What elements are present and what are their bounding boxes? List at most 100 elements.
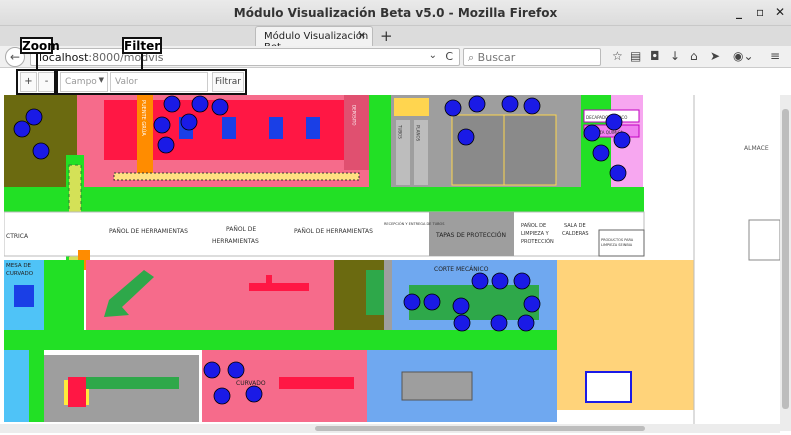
sensor-marker[interactable] xyxy=(153,116,171,134)
label-productos-1: PRODUCTOS PARA xyxy=(601,238,634,242)
sensor-marker[interactable] xyxy=(457,128,475,146)
home-icon[interactable]: ⌂ xyxy=(690,49,698,63)
horizontal-scrollbar[interactable] xyxy=(0,424,780,433)
window-titlebar: Módulo Visualización Beta v5.0 - Mozilla… xyxy=(0,0,791,26)
close-window-button[interactable]: ✕ xyxy=(775,5,785,19)
corridor-bottom-left xyxy=(29,350,44,422)
area-pink-mid xyxy=(86,260,246,330)
sensor-marker[interactable] xyxy=(213,387,231,405)
tab-bar: Módulo Visualización Bet... × + xyxy=(0,26,791,53)
label-mesa-2: CURVADO xyxy=(6,271,34,277)
red-bar-2 xyxy=(279,377,354,389)
red-bar-1b xyxy=(266,275,272,291)
filter-outline xyxy=(56,69,247,95)
sensor-marker[interactable] xyxy=(491,272,509,290)
label-panol-1: PAÑOL DE HERRAMIENTAS xyxy=(109,228,188,235)
maximize-button[interactable]: ▫ xyxy=(756,5,764,19)
label-sala-2: CALDERAS xyxy=(562,231,589,237)
vertical-scroll-thumb[interactable] xyxy=(782,109,789,409)
horizontal-scroll-thumb[interactable] xyxy=(315,426,645,431)
green-bar-bottom xyxy=(84,377,179,389)
sensor-marker[interactable] xyxy=(613,131,631,149)
white-box-peach xyxy=(585,371,632,403)
search-icon: ⌕ xyxy=(468,51,478,64)
red-column xyxy=(68,377,86,407)
sensor-marker[interactable] xyxy=(13,120,31,138)
library-icon[interactable]: ▤ xyxy=(630,49,641,63)
sensor-marker[interactable] xyxy=(203,361,221,379)
callout-lines xyxy=(36,53,143,69)
hatch-yellow xyxy=(394,98,429,116)
sensor-marker[interactable] xyxy=(471,272,489,290)
sensor-marker[interactable] xyxy=(211,98,229,116)
sensor-marker[interactable] xyxy=(163,95,181,113)
area-deposito xyxy=(344,95,369,170)
green-machine xyxy=(366,270,384,315)
sensor-marker[interactable] xyxy=(513,272,531,290)
sensor-marker[interactable] xyxy=(583,124,601,142)
menu-icon[interactable]: ≡ xyxy=(770,49,780,63)
gray-machine-bottom xyxy=(401,371,473,401)
vertical-scrollbar[interactable] xyxy=(780,95,791,431)
label-tapas: TAPAS DE PROTECCIÓN xyxy=(435,232,506,239)
sensor-marker[interactable] xyxy=(32,142,50,160)
label-limpieza-3: PROTECCIÓN xyxy=(521,238,554,245)
machine-4 xyxy=(306,117,320,139)
extension-icon[interactable]: ◉⌄ xyxy=(733,49,754,63)
area-bottom-cyan xyxy=(4,350,29,422)
label-electrica: CTRICA xyxy=(6,233,29,240)
machine-mesa xyxy=(14,285,34,307)
reload-icon[interactable]: C xyxy=(445,50,453,63)
gray-bay-2 xyxy=(503,114,557,186)
sensor-marker[interactable] xyxy=(157,136,175,154)
sensor-marker[interactable] xyxy=(452,297,470,315)
sensor-marker[interactable] xyxy=(517,314,535,332)
sensor-marker[interactable] xyxy=(523,295,541,313)
search-input[interactable]: ⌕ Buscar xyxy=(463,48,601,66)
corridor-main xyxy=(4,187,644,212)
label-tubos: TUBOS xyxy=(398,124,403,139)
bookmark-star-icon[interactable]: ☆ xyxy=(612,49,623,63)
label-recepcion: RECEPCIÓN Y ENTREGA DE TUBOS xyxy=(384,221,445,226)
label-curvado: CURVADO xyxy=(236,380,266,387)
sensor-marker[interactable] xyxy=(403,293,421,311)
zoom-callout: Zoom xyxy=(20,37,60,54)
rail-top xyxy=(113,172,360,181)
download-icon[interactable]: ↓ xyxy=(670,49,680,63)
sensor-marker[interactable] xyxy=(423,293,441,311)
url-dropdown-icon[interactable]: ⌄ xyxy=(429,50,437,61)
corridor-v1 xyxy=(369,95,391,190)
sensor-marker[interactable] xyxy=(605,113,623,131)
sensor-marker[interactable] xyxy=(490,314,508,332)
sensor-marker[interactable] xyxy=(609,164,627,182)
sensor-marker[interactable] xyxy=(468,95,486,113)
sensor-marker[interactable] xyxy=(180,113,198,131)
tab-close-icon[interactable]: × xyxy=(358,30,366,41)
plant-map[interactable]: CTRICA PAÑOL DE HERRAMIENTAS PAÑOL DE HE… xyxy=(4,95,780,431)
search-placeholder: Buscar xyxy=(477,51,516,64)
label-almacen: ALMACE xyxy=(744,145,769,152)
gray-bay-1 xyxy=(451,114,505,186)
sensor-marker[interactable] xyxy=(523,97,541,115)
label-puente-grua: PUENTE GRÚA xyxy=(140,100,147,136)
sensor-marker[interactable] xyxy=(501,95,519,113)
window-title: Módulo Visualización Beta v5.0 - Mozilla… xyxy=(233,6,558,20)
new-tab-button[interactable]: + xyxy=(380,27,393,45)
corridor-lower xyxy=(4,330,557,350)
sensor-marker[interactable] xyxy=(25,108,43,126)
send-icon[interactable]: ➤ xyxy=(710,49,720,63)
machine-2 xyxy=(222,117,236,139)
tab-modvis[interactable]: Módulo Visualización Bet... × xyxy=(255,26,373,53)
pocket-icon[interactable]: ◘ xyxy=(650,49,660,63)
sensor-marker[interactable] xyxy=(453,314,471,332)
label-productos-2: LIMPIEZA SEINBIA xyxy=(601,243,633,247)
sensor-marker[interactable] xyxy=(592,144,610,162)
filter-callout: Filter xyxy=(122,37,162,54)
minimize-button[interactable]: _ xyxy=(736,5,742,19)
sensor-marker[interactable] xyxy=(227,361,245,379)
area-pink-mid2 xyxy=(246,260,334,330)
label-herramientas: HERRAMIENTAS xyxy=(212,238,259,245)
sensor-marker[interactable] xyxy=(444,99,462,117)
sensor-marker[interactable] xyxy=(245,385,263,403)
sensor-marker[interactable] xyxy=(191,95,209,113)
